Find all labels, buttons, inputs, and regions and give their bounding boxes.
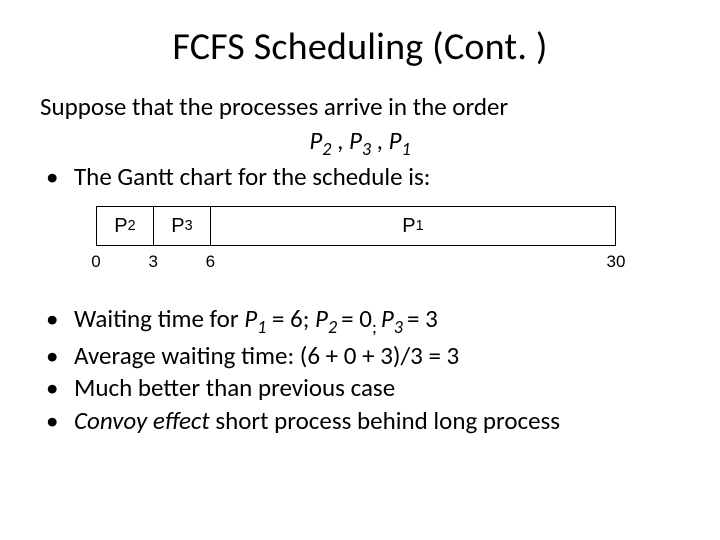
process-order: P2 , P3 , P1 — [40, 125, 680, 160]
bullet-dot: • — [40, 341, 74, 372]
gantt-chart: P2P3P1 03630 — [96, 206, 616, 282]
bullet-text: Waiting time for P1 = 6; P2 = 0; P3 = 3 — [74, 304, 680, 339]
gantt-bar: P2P3P1 — [96, 206, 616, 246]
bullet-text: Much better than previous case — [74, 373, 680, 404]
bullet-convoy: • Convoy effect short process behind lon… — [40, 406, 680, 437]
bullet-text: The Gantt chart for the schedule is: — [74, 162, 680, 193]
bullet-gantt-caption: • The Gantt chart for the schedule is: — [40, 162, 680, 193]
convoy-effect-term: Convoy effect — [74, 405, 210, 436]
gantt-axis: 03630 — [96, 252, 616, 282]
bullet-text: Convoy effect short process behind long … — [74, 406, 680, 437]
slide: FCFS Scheduling (Cont. ) Suppose that th… — [0, 0, 720, 540]
bullet-dot: • — [40, 373, 74, 404]
order-sep: , — [371, 125, 389, 156]
bullet-dot: • — [40, 406, 74, 437]
bullet-list: • Waiting time for P1 = 6; P2 = 0; P3 = … — [40, 304, 680, 436]
bullet-dot: • — [40, 162, 74, 193]
order-sep: , — [331, 125, 349, 156]
gantt-cell: P2 — [97, 207, 154, 245]
intro-text: Suppose that the processes arrive in the… — [40, 92, 680, 123]
order-p1: P1 — [389, 125, 411, 156]
bullet-dot: • — [40, 304, 74, 335]
page-title: FCFS Scheduling (Cont. ) — [40, 24, 680, 70]
order-p3: P3 — [349, 125, 371, 156]
bullet-text: Average waiting time: (6 + 0 + 3)/3 = 3 — [74, 341, 680, 372]
gantt-tick: 30 — [607, 252, 626, 272]
gantt-tick: 3 — [148, 252, 157, 272]
bullet-waiting-time: • Waiting time for P1 = 6; P2 = 0; P3 = … — [40, 304, 680, 339]
gantt-cell: P1 — [211, 207, 615, 245]
order-p2: P2 — [309, 125, 331, 156]
gantt-tick: 0 — [91, 252, 100, 272]
bullet-better: • Much better than previous case — [40, 373, 680, 404]
bullet-avg-wait: • Average waiting time: (6 + 0 + 3)/3 = … — [40, 341, 680, 372]
gantt-tick: 6 — [206, 252, 215, 272]
gantt-cell: P3 — [154, 207, 211, 245]
